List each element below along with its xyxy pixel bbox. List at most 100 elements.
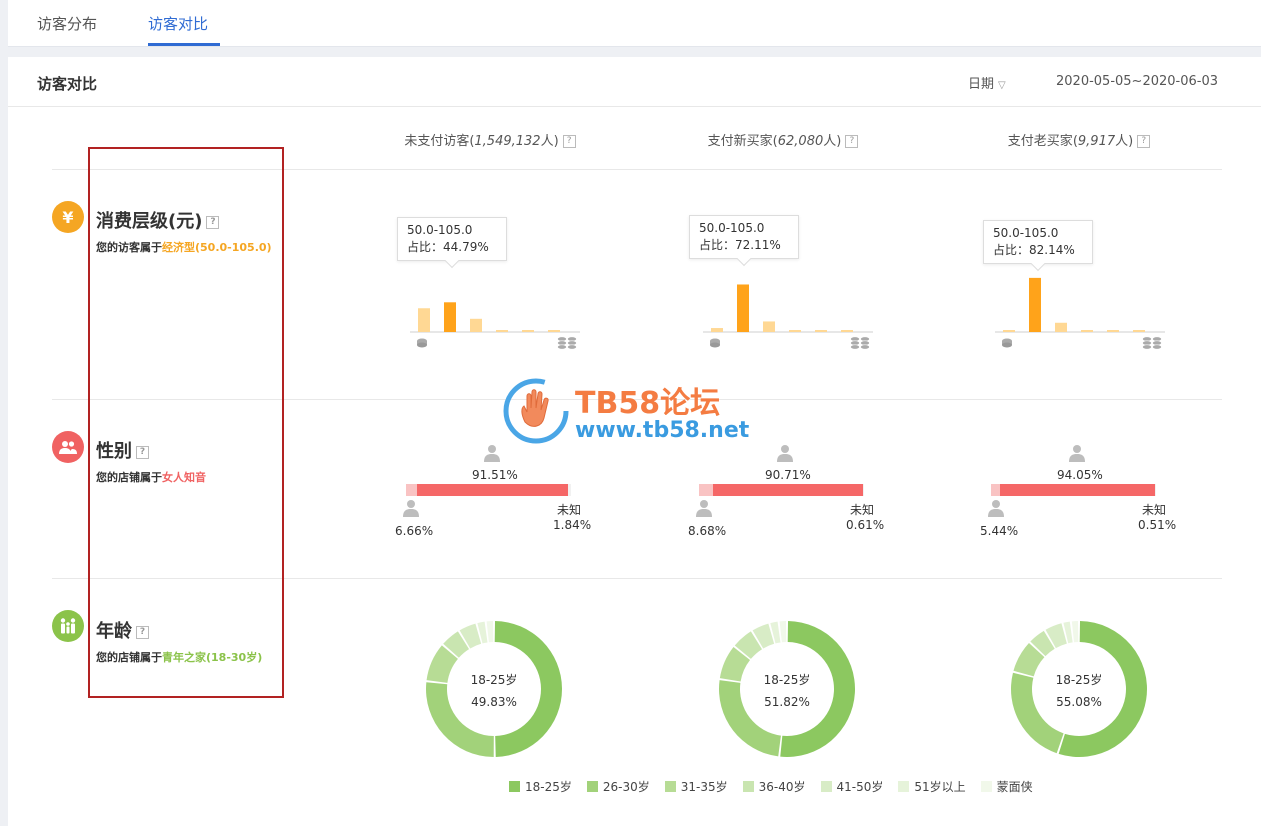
date-dropdown[interactable]: 日期 ▽ <box>968 73 1006 92</box>
spend-tooltip-returning-buyers: 50.0-105.0 占比：82.14% <box>983 220 1093 264</box>
date-dropdown-label: 日期 <box>968 77 995 92</box>
help-icon[interactable]: ? <box>845 135 859 148</box>
legend-item[interactable]: 18-25岁 <box>509 778 572 795</box>
spend-bar[interactable] <box>548 330 560 332</box>
legend-item[interactable]: 51岁以上 <box>898 778 966 795</box>
legend-swatch <box>742 781 754 792</box>
gender-bar[interactable] <box>406 484 571 496</box>
spend-bar[interactable] <box>470 318 482 332</box>
coin-icon <box>417 338 427 348</box>
legend-swatch <box>664 781 676 792</box>
age-slice[interactable] <box>780 621 855 757</box>
spend-bar[interactable] <box>444 302 456 332</box>
legend-item[interactable]: 31-35岁 <box>664 778 728 795</box>
age-legend: 18-25岁 26-30岁 31-35岁 36-40岁 41-50岁 51岁以上 蒙面侠 <box>509 778 1033 795</box>
legend-item[interactable]: 36-40岁 <box>742 778 806 795</box>
spend-bar[interactable] <box>418 308 430 332</box>
gender-bar-unknown[interactable] <box>567 484 571 496</box>
spend-bar[interactable] <box>522 330 534 332</box>
legend-swatch <box>586 781 598 792</box>
people-icon <box>52 431 84 463</box>
donut-center-label: 18-25岁 <box>470 673 518 687</box>
age-slice[interactable] <box>426 682 494 757</box>
spend-bar[interactable] <box>789 330 801 332</box>
unknown-label: 未知 <box>557 503 582 517</box>
watermark-url: www.tb58.net <box>575 418 750 443</box>
legend-label: 蒙面侠 <box>996 780 1033 794</box>
coin-stack-icon <box>1142 336 1162 350</box>
spend-bar[interactable] <box>496 330 508 332</box>
gender-bar-male[interactable] <box>991 484 1000 496</box>
legend-swatch <box>509 781 520 792</box>
gender-bar-unknown[interactable] <box>862 484 864 496</box>
legend-item[interactable]: 26-30岁 <box>586 778 650 795</box>
spend-bar[interactable] <box>1081 330 1093 332</box>
spend-bar[interactable] <box>815 330 827 332</box>
spend-bar[interactable] <box>711 328 723 332</box>
spend-tooltip-new-buyers: 50.0-105.0 占比：72.11% <box>689 215 799 259</box>
gender-bar-unknown[interactable] <box>1155 484 1156 496</box>
spend-bar[interactable] <box>1003 330 1015 332</box>
female-share: 91.51% <box>472 468 518 482</box>
legend-label: 41-50岁 <box>836 780 884 794</box>
hand-logo-icon <box>503 378 569 444</box>
female-icon <box>775 444 795 466</box>
watermark: TB58论坛 www.tb58.net <box>503 378 773 448</box>
help-icon[interactable]: ? <box>562 135 576 148</box>
spend-bar-chart-returning-buyers <box>995 277 1165 350</box>
age-slice[interactable] <box>779 621 787 643</box>
unknown-share: 0.51% <box>1138 518 1177 532</box>
legend-item[interactable]: 41-50岁 <box>820 778 884 795</box>
male-icon <box>986 499 1006 521</box>
spend-bar[interactable] <box>1133 330 1145 332</box>
unknown-share: 1.84% <box>553 518 592 532</box>
date-range: 2020-05-05~2020-06-03 <box>1056 74 1218 89</box>
male-icon <box>694 499 714 521</box>
legend-item[interactable]: 蒙面侠 <box>980 778 1033 795</box>
age-slice[interactable] <box>494 621 562 757</box>
chevron-down-icon: ▽ <box>998 80 1006 91</box>
family-icon <box>52 610 84 642</box>
legend-label: 51岁以上 <box>914 780 966 794</box>
donut-center-value: 49.83% <box>471 695 517 709</box>
legend-label: 18-25岁 <box>525 780 572 794</box>
gender-bar-female[interactable] <box>999 484 1156 496</box>
column-header-returning-buyers: 支付老买家(9,917人)? <box>959 130 1199 149</box>
legend-swatch <box>980 781 992 792</box>
coin-stack-icon <box>557 336 577 350</box>
age-slice[interactable] <box>1071 621 1079 643</box>
annotation-highlight-box <box>88 147 284 698</box>
gender-bar[interactable] <box>991 484 1156 496</box>
spend-bar[interactable] <box>1029 277 1041 332</box>
spend-bar[interactable] <box>763 321 775 332</box>
female-share: 90.71% <box>765 468 811 482</box>
legend-swatch <box>820 781 832 792</box>
column-header-new-buyers: 支付新买家(62,080人)? <box>663 130 903 149</box>
legend-label: 36-40岁 <box>758 780 806 794</box>
help-icon[interactable]: ? <box>1137 135 1151 148</box>
gender-bar-male[interactable] <box>699 484 714 496</box>
spend-bar[interactable] <box>1107 330 1119 332</box>
age-slice[interactable] <box>719 680 781 757</box>
age-slice[interactable] <box>486 621 494 643</box>
spend-tooltip-unpaid: 50.0-105.0 占比：44.79% <box>397 217 507 261</box>
female-icon <box>482 444 502 466</box>
spend-bar[interactable] <box>841 330 853 332</box>
unknown-label: 未知 <box>1142 503 1167 517</box>
gender-bar-female[interactable] <box>713 484 863 496</box>
gender-bar-male[interactable] <box>406 484 417 496</box>
spend-bar[interactable] <box>737 284 749 332</box>
female-icon <box>1067 444 1087 466</box>
coin-icon <box>710 338 720 348</box>
legend-label: 31-35岁 <box>680 780 728 794</box>
age-donut-unpaid <box>426 621 562 757</box>
tab-visitor-comparison[interactable]: 访客对比 <box>148 13 208 34</box>
donut-center-value: 55.08% <box>1056 695 1102 709</box>
divider <box>8 106 1261 107</box>
gender-bar[interactable] <box>699 484 864 496</box>
tab-visitor-distribution[interactable]: 访客分布 <box>37 13 97 34</box>
active-tab-indicator <box>148 43 220 46</box>
age-donut-returning-buyers <box>1011 621 1147 757</box>
spend-bar[interactable] <box>1055 322 1067 332</box>
gender-bar-female[interactable] <box>416 484 568 496</box>
